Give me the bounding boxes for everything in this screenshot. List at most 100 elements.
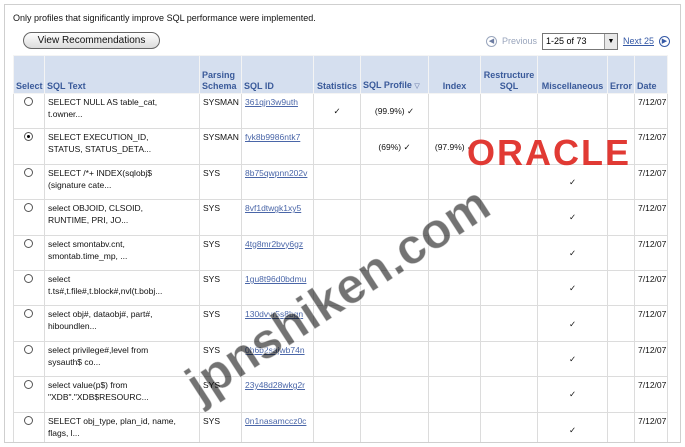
sql-text-cell: select privilege#,level from sysauth$ co.… [44, 340, 200, 378]
sql-text-cell: select value(p$) from "XDB"."XDB$RESOURC.… [44, 376, 200, 413]
sql-text-line1: SELECT obj_type, plan_id, name, [48, 415, 176, 426]
table-row[interactable]: select value(p$) from "XDB"."XDB$RESOURC.… [13, 376, 668, 413]
sql-id-link[interactable]: 8b75qwpnn202v [241, 163, 314, 201]
sql-profile-cell: (99.9%) ✓ [360, 92, 429, 130]
index-cell [428, 269, 481, 307]
sql-profile-cell: (69%) ✓ [360, 128, 429, 165]
range-select[interactable]: 1-25 of 73 ▼ [541, 32, 618, 50]
col-miscellaneous: Miscellaneous [537, 55, 608, 94]
sql-text-line2: smontab.time_mp, ... [48, 250, 128, 261]
sql-text-line2: RUNTIME, PRI, JO... [48, 215, 129, 226]
row-select-radio[interactable] [24, 344, 33, 354]
col-select: Select [13, 55, 45, 94]
table-row[interactable]: SELECT /*+ INDEX(sqlobj$ (signature cate.… [13, 163, 668, 201]
sql-id-link[interactable]: 8vf1dtwgk1xy5 [241, 199, 314, 236]
error-cell [607, 199, 635, 236]
parsing-schema-cell: SYS [199, 376, 242, 413]
restructure-cell [480, 234, 538, 271]
row-select-radio[interactable] [24, 309, 33, 319]
statistics-cell: ✓ [313, 92, 361, 130]
misc-cell: ✓ [537, 199, 608, 236]
select-cell [13, 340, 45, 378]
statistics-cell [313, 128, 361, 165]
statistics-cell [313, 411, 361, 442]
table-row[interactable]: select obj#, dataobj#, part#, hiboundlen.… [13, 305, 668, 342]
sql-id-link[interactable]: 23y48d28wkg2r [241, 376, 314, 413]
col-sql-id: SQL ID [241, 55, 314, 94]
sql-id-link[interactable]: 130dvvr5s8bgn [241, 305, 314, 342]
sql-profile-cell [360, 163, 429, 201]
row-select-radio[interactable] [24, 380, 33, 390]
index-cell [428, 305, 481, 342]
sql-profile-cell [360, 411, 429, 442]
select-cell [13, 92, 45, 130]
row-select-radio[interactable] [24, 167, 33, 177]
misc-cell [537, 128, 608, 165]
table-row[interactable]: select OBJOID, CLSOID, RUNTIME, PRI, JO..… [13, 199, 668, 236]
error-cell [607, 128, 635, 165]
sql-id-link[interactable]: 0n1nasamccz0c [241, 411, 314, 442]
sql-text-line2: hiboundlen... [48, 321, 97, 332]
col-index: Index [428, 55, 481, 94]
sql-text-line2: (signature cate... [48, 179, 112, 190]
parsing-schema-cell: SYS [199, 305, 242, 342]
row-select-radio[interactable] [24, 273, 33, 283]
sql-id-link[interactable]: 4tg8mr2bvy6gz [241, 234, 314, 271]
next-link[interactable]: Next 25 [623, 36, 654, 46]
sql-text-line1: select value(p$) from [48, 380, 128, 391]
sql-text-cell: SELECT NULL AS table_cat, t.owner... [44, 92, 200, 130]
row-select-radio[interactable] [24, 415, 33, 425]
table-row[interactable]: SELECT EXECUTION_ID, STATUS, STATUS_DETA.… [13, 128, 668, 165]
sql-text-cell: select OBJOID, CLSOID, RUNTIME, PRI, JO..… [44, 199, 200, 236]
select-cell [13, 234, 45, 271]
statistics-cell [313, 234, 361, 271]
row-select-radio[interactable] [24, 203, 33, 213]
index-cell [428, 376, 481, 413]
parsing-schema-cell: SYS [199, 163, 242, 201]
sql-profile-cell [360, 340, 429, 378]
index-cell [428, 199, 481, 236]
select-cell [13, 376, 45, 413]
sql-id-link[interactable]: 0h6b2sajwb74n [241, 340, 314, 378]
row-select-radio[interactable] [24, 132, 33, 142]
restructure-cell [480, 305, 538, 342]
sql-id-link[interactable]: 361qjn3w9uth [241, 92, 314, 130]
table-row[interactable]: select t.ts#,t.file#,t.block#,nvl(t.bobj.… [13, 269, 668, 307]
statistics-cell [313, 376, 361, 413]
sort-desc-icon: ▽ [414, 83, 420, 90]
index-cell [428, 92, 481, 130]
date-cell: 7/12/07 [634, 234, 668, 271]
col-sql-profile[interactable]: SQL Profile ▽ [360, 55, 429, 94]
sql-text-line1: select [48, 273, 71, 284]
parsing-schema-cell: SYS [199, 269, 242, 307]
sql-text-line2: flags, l... [48, 427, 80, 438]
table-row[interactable]: select smontabv.cnt, smontab.time_mp, ...… [13, 234, 668, 271]
misc-cell: ✓ [537, 411, 608, 442]
date-cell: 7/12/07 [634, 269, 668, 307]
chevron-down-icon[interactable]: ▼ [603, 33, 617, 49]
previous-icon[interactable]: ◀ [485, 35, 497, 47]
recommendations-table: Select SQL Text Parsing Schema SQL ID Sta… [13, 55, 668, 442]
sql-text-line2: "XDB"."XDB$RESOURC... [48, 392, 149, 403]
misc-cell: ✓ [537, 234, 608, 271]
next-icon[interactable]: ▶ [659, 35, 670, 47]
sql-id-link[interactable]: fyk8b9986ntk7 [241, 128, 314, 165]
parsing-schema-cell: SYSMAN [199, 92, 242, 130]
table-row[interactable]: select privilege#,level from sysauth$ co.… [13, 340, 668, 378]
select-cell [13, 269, 45, 307]
sql-id-link[interactable]: 1gu8t96d0bdmu [241, 269, 314, 307]
col-error: Error [607, 55, 635, 94]
error-cell [607, 305, 635, 342]
date-cell: 7/12/07 [634, 340, 668, 378]
parsing-schema-cell: SYSMAN [199, 128, 242, 165]
row-select-radio[interactable] [24, 97, 33, 106]
misc-cell: ✓ [537, 340, 608, 378]
sql-text-cell: select t.ts#,t.file#,t.block#,nvl(t.bobj.… [44, 269, 200, 307]
date-cell: 7/12/07 [634, 92, 668, 130]
view-recommendations-button[interactable]: View Recommendations [23, 32, 160, 49]
row-select-radio[interactable] [24, 238, 33, 248]
table-row[interactable]: SELECT NULL AS table_cat, t.owner... SYSMA… [13, 92, 668, 130]
parsing-schema-cell: SYS [199, 411, 242, 442]
table-row[interactable]: SELECT obj_type, plan_id, name, flags, l.… [13, 411, 668, 442]
sql-text-cell: select smontabv.cnt, smontab.time_mp, ... [44, 234, 200, 271]
